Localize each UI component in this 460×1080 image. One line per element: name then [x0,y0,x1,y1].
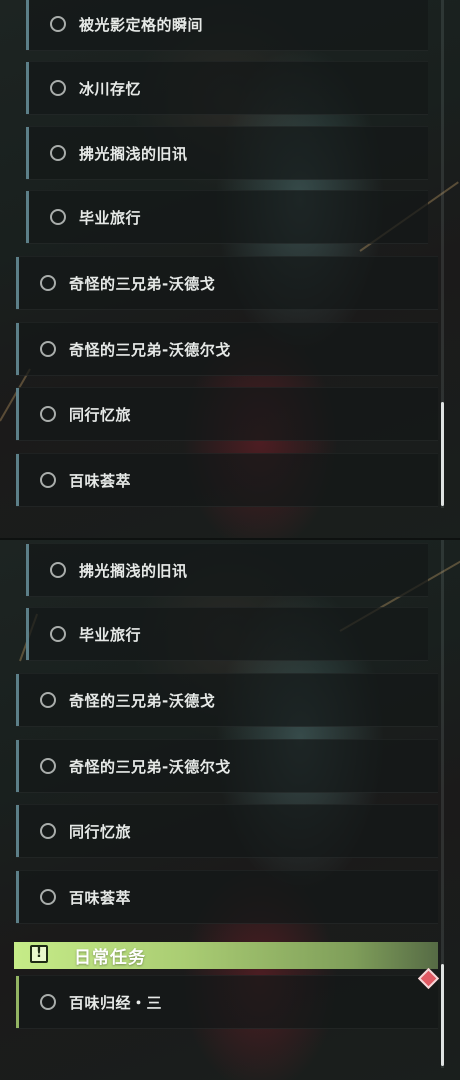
quest-item-label: 百味荟萃 [69,888,132,907]
quest-item-label: 奇怪的三兄弟-沃德戈 [69,274,216,293]
quest-status-circle-icon [50,562,66,578]
quest-status-circle-icon [40,994,56,1010]
quest-item-label: 奇怪的三兄弟-沃德戈 [69,691,216,710]
daily-quest-item[interactable]: 百味归经・三 [16,975,438,1029]
quest-status-circle-icon [40,758,56,774]
quest-item[interactable]: 同行忆旅 [16,804,438,858]
quest-status-circle-icon [50,16,66,32]
quest-item-label: 同行忆旅 [69,822,132,841]
quest-item[interactable]: 百味荟萃 [16,453,438,507]
quest-item[interactable]: 毕业旅行 [26,607,428,661]
quest-item[interactable]: 被光影定格的瞬间 [26,0,428,51]
quest-status-circle-icon [40,692,56,708]
quest-item-label: 拂光搁浅的旧讯 [79,561,188,580]
scrollbar-thumb[interactable] [441,964,444,1066]
quest-status-circle-icon [50,80,66,96]
quest-status-circle-icon [40,341,56,357]
quest-list-panel-bottom: 拂光搁浅的旧讯 毕业旅行 奇怪的三兄弟-沃德戈 奇怪的三兄弟-沃德尔戈 同行忆旅… [0,540,460,1080]
daily-quest-title: 日常任务 [74,948,146,968]
quest-list-panel-top: 被光影定格的瞬间 冰川存忆 拂光搁浅的旧讯 毕业旅行 奇怪的三兄弟-沃德戈 奇怪… [0,0,460,540]
quest-item[interactable]: 毕业旅行 [26,190,428,244]
quest-item[interactable]: 同行忆旅 [16,387,438,441]
quest-status-circle-icon [50,209,66,225]
quest-item-label: 拂光搁浅的旧讯 [79,144,188,163]
scrollbar-thumb[interactable] [441,402,444,506]
quest-item-label: 百味归经・三 [69,993,163,1012]
quest-item-label: 奇怪的三兄弟-沃德尔戈 [69,340,231,359]
quest-item[interactable]: 百味荟萃 [16,870,438,924]
quest-item[interactable]: 冰川存忆 [26,61,428,115]
quest-item[interactable]: 奇怪的三兄弟-沃德戈 [16,256,438,310]
quest-status-circle-icon [40,889,56,905]
quest-item-label: 被光影定格的瞬间 [79,15,204,34]
quest-item-label: 奇怪的三兄弟-沃德尔戈 [69,757,231,776]
quest-item[interactable]: 奇怪的三兄弟-沃德尔戈 [16,322,438,376]
daily-quest-header[interactable]: ! 日常任务 [14,942,438,969]
quest-item[interactable]: 奇怪的三兄弟-沃德戈 [16,673,438,727]
quest-item-label: 毕业旅行 [79,208,142,227]
quest-item-label: 毕业旅行 [79,625,142,644]
quest-item-label: 同行忆旅 [69,405,132,424]
quest-item[interactable]: 奇怪的三兄弟-沃德尔戈 [16,739,438,793]
quest-status-circle-icon [40,275,56,291]
quest-status-circle-icon [50,145,66,161]
quest-item-label: 冰川存忆 [79,79,142,98]
quest-item[interactable]: 拂光搁浅的旧讯 [26,543,428,597]
quest-status-circle-icon [40,406,56,422]
quest-status-circle-icon [40,472,56,488]
quest-item-label: 百味荟萃 [69,471,132,490]
quest-status-circle-icon [40,823,56,839]
exclamation-icon: ! [30,945,48,963]
quest-item[interactable]: 拂光搁浅的旧讯 [26,126,428,180]
quest-status-circle-icon [50,626,66,642]
